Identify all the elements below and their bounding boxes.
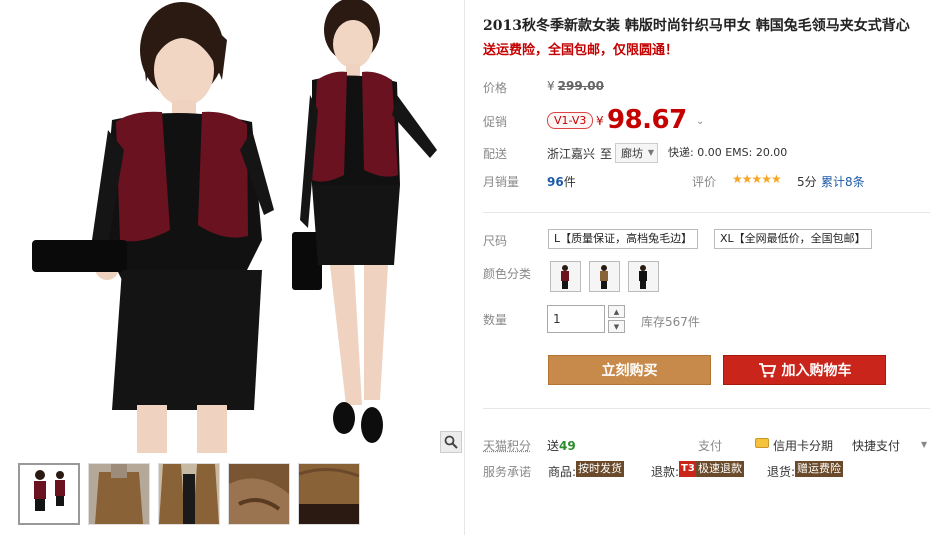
size-option-xl[interactable]: XL【全网最低价，全国包邮】 <box>714 229 872 249</box>
product-subtitle: 送运费险，全国包邮，仅限圆通！ <box>483 43 679 58</box>
payment-label: 支付 <box>698 439 723 453</box>
review-count-link[interactable]: 累计8条 <box>821 173 865 190</box>
stock-count: 库存567件 <box>641 315 700 329</box>
tmall-points-label[interactable]: 天猫积分 <box>483 437 531 454</box>
review-label: 评价 <box>692 175 717 189</box>
color-label: 颜色分类 <box>483 267 532 281</box>
shipping-label: 配送 <box>483 147 508 161</box>
tmall-points: 送49 <box>547 437 576 454</box>
promo-label: 促销 <box>483 115 508 129</box>
model-left-figure <box>32 2 274 453</box>
size-option-l[interactable]: L【质量保证，高档兔毛边】 <box>548 229 699 249</box>
ship-to-label: 至 <box>600 147 613 161</box>
promo-tier-badge: V1-V3 <box>547 112 594 129</box>
points-value: 49 <box>559 439 576 453</box>
buy-now-button[interactable]: 立刻购买 <box>548 355 711 385</box>
section-divider <box>483 212 930 213</box>
section-divider-2 <box>483 408 930 409</box>
ship-from: 浙江嘉兴 <box>547 147 596 161</box>
original-currency: ¥ <box>547 79 555 93</box>
promo-price: 98.67 <box>607 105 687 135</box>
refund-label: 退款: <box>651 465 680 479</box>
thumbnail-2[interactable] <box>88 463 150 525</box>
credit-card-icon <box>755 438 769 448</box>
shipping-insurance-badge[interactable]: 赠运费险 <box>795 461 843 477</box>
quantity-decrease-icon[interactable]: ▼ <box>608 320 625 333</box>
quantity-label: 数量 <box>483 313 508 327</box>
monthly-sales: 96件 <box>547 173 576 190</box>
thumbnail-5[interactable] <box>298 463 360 525</box>
service-promise-label: 服务承诺 <box>483 465 532 479</box>
points-prefix: 送 <box>547 439 560 453</box>
model-right-figure <box>292 0 437 443</box>
color-swatch-2[interactable] <box>589 261 620 292</box>
quick-pay-link[interactable]: 快捷支付 <box>852 437 900 454</box>
add-to-cart-label: 加入购物车 <box>781 363 852 379</box>
thumbnail-3[interactable] <box>158 463 220 525</box>
thumbnail-4[interactable] <box>228 463 290 525</box>
shipping-fee: 快递: 0.00 EMS: 20.00 <box>668 146 788 159</box>
chevron-down-icon[interactable]: ⌄ <box>696 116 704 127</box>
product-title: 2013秋冬季新款女装 韩版时尚针织马甲女 韩国兔毛领马夹女式背心 <box>483 18 910 34</box>
star-rating-icon: ★★★★★ <box>732 172 782 186</box>
main-product-image[interactable] <box>12 0 464 453</box>
promo-currency: ¥ <box>596 114 604 128</box>
cart-icon <box>758 363 776 378</box>
credit-installment-link[interactable]: 信用卡分期 <box>773 437 833 454</box>
panel-divider <box>464 0 465 535</box>
zoom-button[interactable] <box>440 431 462 453</box>
monthly-sales-unit: 件 <box>563 175 576 189</box>
caret-down-icon: ▼ <box>647 148 654 157</box>
fast-refund-badge[interactable]: 极速退款 <box>696 461 744 477</box>
expand-arrow-icon[interactable]: ▼ <box>921 440 927 449</box>
size-label: 尺码 <box>483 234 508 248</box>
monthly-sales-label: 月销量 <box>483 175 520 189</box>
original-price: ¥299.00 <box>547 79 604 93</box>
destination-select[interactable]: 廊坊 ▼ <box>615 143 658 163</box>
destination-value: 廊坊 <box>621 147 643 160</box>
monthly-sales-count: 96 <box>547 175 564 189</box>
t3-badge: T3 <box>679 461 697 477</box>
thumbnail-strip <box>18 463 360 525</box>
thumbnail-1[interactable] <box>18 463 80 525</box>
original-price-value: 299.00 <box>557 79 604 93</box>
color-swatch-3[interactable] <box>628 261 659 292</box>
price-label: 价格 <box>483 81 508 95</box>
review-score: 5分 <box>797 175 817 189</box>
magnifier-icon <box>444 435 458 449</box>
goods-label: 商品: <box>548 465 577 479</box>
add-to-cart-button[interactable]: 加入购物车 <box>723 355 886 385</box>
color-swatch-1[interactable] <box>550 261 581 292</box>
quantity-input[interactable] <box>547 305 605 333</box>
on-time-delivery-badge[interactable]: 按时发货 <box>576 461 624 477</box>
quantity-increase-icon[interactable]: ▲ <box>608 305 625 318</box>
return-label: 退货: <box>767 465 796 479</box>
